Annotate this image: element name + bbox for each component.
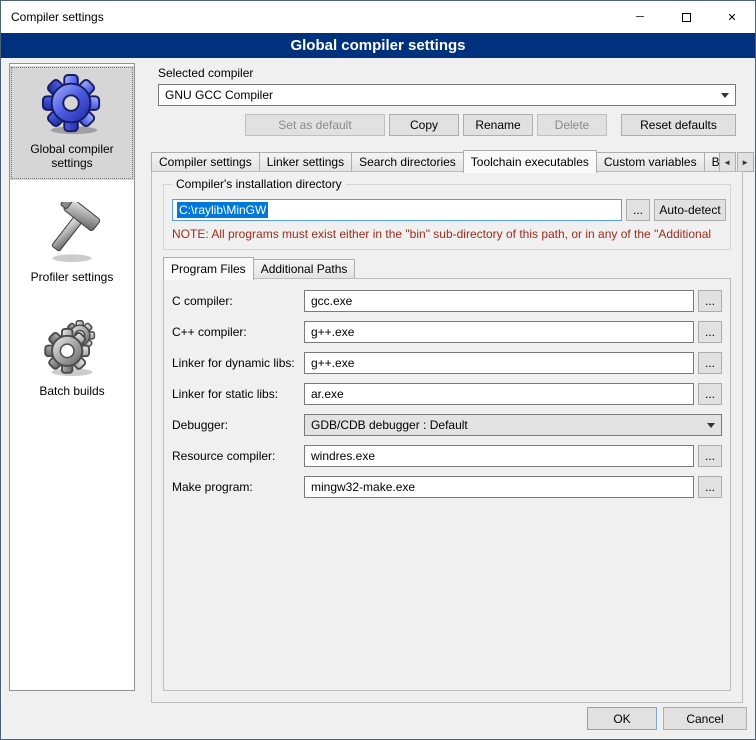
main-panel: Selected compiler GNU GCC Compiler Set a… xyxy=(151,63,743,701)
installation-directory-group: Compiler's installation directory C:\ray… xyxy=(163,184,731,250)
arrow-left-icon: ◄ xyxy=(723,158,731,167)
titlebar: Compiler settings ─ ✕ xyxy=(1,1,755,33)
arrow-right-icon: ► xyxy=(741,158,749,167)
tab-custom-variables[interactable]: Custom variables xyxy=(596,152,705,172)
sidebar-item-batch-builds[interactable]: Batch builds xyxy=(10,308,134,408)
tab-compiler-settings[interactable]: Compiler settings xyxy=(151,152,260,172)
resource-compiler-input[interactable] xyxy=(304,445,694,467)
static-linker-label: Linker for static libs: xyxy=(172,387,304,401)
maximize-button[interactable] xyxy=(663,1,709,33)
debugger-row: Debugger: GDB/CDB debugger : Default xyxy=(172,414,722,436)
rename-button[interactable]: Rename xyxy=(463,114,533,136)
sidebar-item-label: Global compiler settings xyxy=(13,142,131,170)
auto-detect-button[interactable]: Auto-detect xyxy=(654,199,726,221)
close-icon: ✕ xyxy=(727,11,736,24)
selected-compiler-dropdown[interactable]: GNU GCC Compiler xyxy=(158,84,736,106)
dynamic-linker-row: Linker for dynamic libs: ... xyxy=(172,352,722,374)
settings-tabstrip: Compiler settings Linker settings Search… xyxy=(151,149,743,172)
debugger-value: GDB/CDB debugger : Default xyxy=(311,418,468,432)
tab-scroll-left-button[interactable]: ◄ xyxy=(719,152,736,172)
spacer xyxy=(611,114,617,136)
static-linker-browse-button[interactable]: ... xyxy=(698,383,722,405)
make-program-row: Make program: ... xyxy=(172,476,722,498)
toolchain-executables-page: Compiler's installation directory C:\ray… xyxy=(151,171,743,703)
delete-button[interactable]: Delete xyxy=(537,114,607,136)
make-program-label: Make program: xyxy=(172,480,304,494)
debugger-dropdown[interactable]: GDB/CDB debugger : Default xyxy=(304,414,722,436)
resource-compiler-browse-button[interactable]: ... xyxy=(698,445,722,467)
note-text: NOTE: All programs must exist either in … xyxy=(172,227,724,241)
installation-directory-browse-button[interactable]: ... xyxy=(626,199,650,221)
minimize-button[interactable]: ─ xyxy=(617,1,663,33)
dynamic-linker-input[interactable] xyxy=(304,352,694,374)
gray-gears-icon xyxy=(41,316,103,378)
set-as-default-button[interactable]: Set as default xyxy=(245,114,385,136)
close-button[interactable]: ✕ xyxy=(709,1,755,33)
tab-linker-settings[interactable]: Linker settings xyxy=(259,152,352,172)
programs-tabstrip: Program Files Additional Paths xyxy=(163,258,731,279)
installation-directory-input[interactable]: C:\raylib\MinGW xyxy=(172,199,622,221)
tab-scroll-right-button[interactable]: ► xyxy=(737,152,754,172)
copy-button[interactable]: Copy xyxy=(389,114,459,136)
selected-compiler-value: GNU GCC Compiler xyxy=(165,88,273,102)
chevron-down-icon xyxy=(721,93,729,98)
minimize-icon: ─ xyxy=(636,11,644,23)
tab-scroll-buttons: ◄ ► xyxy=(719,152,754,172)
cancel-button[interactable]: Cancel xyxy=(663,707,747,730)
make-program-browse-button[interactable]: ... xyxy=(698,476,722,498)
tab-additional-paths[interactable]: Additional Paths xyxy=(253,259,356,279)
sidebar-item-profiler-settings[interactable]: Profiler settings xyxy=(10,194,134,294)
cpp-compiler-label: C++ compiler: xyxy=(172,325,304,339)
resource-compiler-row: Resource compiler: ... xyxy=(172,445,722,467)
blue-gear-icon xyxy=(41,74,103,136)
installation-directory-group-title: Compiler's installation directory xyxy=(172,177,346,191)
cpp-compiler-input[interactable] xyxy=(304,321,694,343)
compiler-actions: Set as default Copy Rename Delete Reset … xyxy=(158,114,736,136)
static-linker-input[interactable] xyxy=(304,383,694,405)
tab-toolchain-executables[interactable]: Toolchain executables xyxy=(463,150,597,173)
chevron-down-icon xyxy=(707,423,715,428)
dialog-header: Global compiler settings xyxy=(1,33,755,58)
c-compiler-browse-button[interactable]: ... xyxy=(698,290,722,312)
compiler-settings-window: Compiler settings ─ ✕ Global compiler se… xyxy=(0,0,756,740)
sidebar-item-label: Batch builds xyxy=(39,384,104,398)
make-program-input[interactable] xyxy=(304,476,694,498)
static-linker-row: Linker for static libs: ... xyxy=(172,383,722,405)
reset-defaults-button[interactable]: Reset defaults xyxy=(621,114,736,136)
tab-search-directories[interactable]: Search directories xyxy=(351,152,464,172)
cpp-compiler-browse-button[interactable]: ... xyxy=(698,321,722,343)
dynamic-linker-browse-button[interactable]: ... xyxy=(698,352,722,374)
selected-compiler-label: Selected compiler xyxy=(158,66,253,80)
sidebar-item-global-compiler-settings[interactable]: Global compiler settings xyxy=(10,66,134,180)
tab-program-files[interactable]: Program Files xyxy=(163,257,254,280)
dynamic-linker-label: Linker for dynamic libs: xyxy=(172,356,304,370)
window-controls: ─ ✕ xyxy=(617,1,755,33)
profiler-tool-icon xyxy=(41,202,103,264)
category-list: Global compiler settings Profiler settin… xyxy=(9,63,135,691)
sidebar-item-label: Profiler settings xyxy=(31,270,114,284)
window-title: Compiler settings xyxy=(11,10,104,24)
c-compiler-label: C compiler: xyxy=(172,294,304,308)
debugger-label: Debugger: xyxy=(172,418,304,432)
program-files-page: C compiler: ... C++ compiler: ... Linker… xyxy=(163,278,731,691)
cpp-compiler-row: C++ compiler: ... xyxy=(172,321,722,343)
installation-directory-value: C:\raylib\MinGW xyxy=(177,202,268,218)
ok-button[interactable]: OK xyxy=(587,707,657,730)
resource-compiler-label: Resource compiler: xyxy=(172,449,304,463)
maximize-icon xyxy=(682,13,691,22)
c-compiler-input[interactable] xyxy=(304,290,694,312)
c-compiler-row: C compiler: ... xyxy=(172,290,722,312)
tab-build-options[interactable]: Buil xyxy=(704,152,720,172)
